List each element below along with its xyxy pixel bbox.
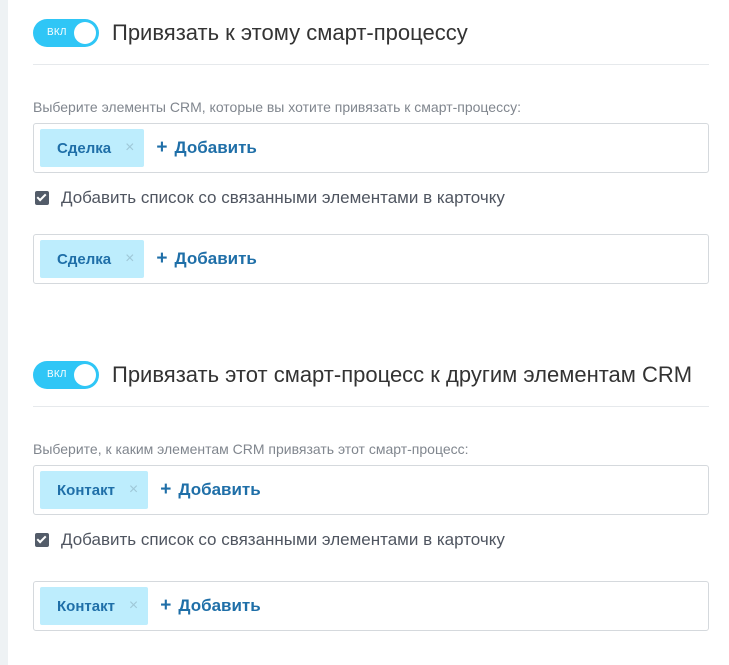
close-icon[interactable]: × — [125, 140, 134, 156]
add-label: Добавить — [174, 249, 257, 268]
section-header: ВКЛ Привязать этот смарт-процесс к други… — [33, 356, 709, 394]
card-list-checkbox[interactable] — [35, 191, 49, 205]
toggle-knob — [74, 22, 96, 44]
selected-tag[interactable]: Контакт × — [40, 471, 149, 509]
card-list-option: Добавить список со связанными элементами… — [35, 188, 505, 208]
plus-icon: + — [156, 137, 168, 158]
plus-icon: + — [160, 595, 172, 616]
crm-elements-selector[interactable]: Сделка × + Добавить — [33, 123, 709, 173]
toggle-label: ВКЛ — [47, 369, 67, 380]
add-label: Добавить — [174, 138, 257, 157]
card-list-checkbox-label[interactable]: Добавить список со связанными элементами… — [61, 188, 505, 208]
section-title: Привязать этот смарт-процесс к другим эл… — [112, 362, 693, 387]
card-elements-selector[interactable]: Сделка × + Добавить — [33, 234, 709, 284]
selected-tag[interactable]: Сделка × — [40, 129, 145, 167]
toggle-label: ВКЛ — [47, 27, 67, 38]
close-icon[interactable]: × — [129, 598, 138, 614]
selected-tag[interactable]: Контакт × — [40, 587, 149, 625]
add-button[interactable]: + Добавить — [156, 137, 256, 159]
tag-label: Сделка — [57, 139, 112, 157]
add-button[interactable]: + Добавить — [156, 248, 256, 270]
add-label: Добавить — [178, 480, 261, 499]
card-list-checkbox-label[interactable]: Добавить список со связанными элементами… — [61, 530, 505, 550]
add-label: Добавить — [178, 596, 261, 615]
bind-to-this-toggle[interactable]: ВКЛ — [33, 19, 99, 47]
section-divider — [33, 64, 709, 65]
toggle-knob — [74, 364, 96, 386]
left-panel-edge — [0, 0, 8, 665]
plus-icon: + — [156, 248, 168, 269]
plus-icon: + — [160, 479, 172, 500]
section-bind-to-this: ВКЛ Привязать к этому смарт-процессу — [33, 14, 709, 65]
tag-label: Контакт — [57, 597, 115, 615]
card-list-option: Добавить список со связанными элементами… — [35, 530, 505, 550]
section-title: Привязать к этому смарт-процессу — [112, 20, 468, 45]
card-list-checkbox[interactable] — [35, 533, 49, 547]
section-header: ВКЛ Привязать к этому смарт-процессу — [33, 14, 709, 52]
selected-tag[interactable]: Сделка × — [40, 240, 145, 278]
section-bind-to-others: ВКЛ Привязать этот смарт-процесс к други… — [33, 356, 709, 407]
close-icon[interactable]: × — [129, 482, 138, 498]
add-button[interactable]: + Добавить — [160, 595, 260, 617]
section-divider — [33, 406, 709, 407]
tag-label: Сделка — [57, 250, 112, 268]
bind-to-others-toggle[interactable]: ВКЛ — [33, 361, 99, 389]
tag-label: Контакт — [57, 481, 115, 499]
field-label: Выберите элементы CRM, которые вы хотите… — [33, 99, 521, 115]
add-button[interactable]: + Добавить — [160, 479, 260, 501]
card-elements-selector[interactable]: Контакт × + Добавить — [33, 581, 709, 631]
crm-elements-selector[interactable]: Контакт × + Добавить — [33, 465, 709, 515]
close-icon[interactable]: × — [125, 251, 134, 267]
field-label: Выберите, к каким элементам CRM привязат… — [33, 441, 469, 457]
